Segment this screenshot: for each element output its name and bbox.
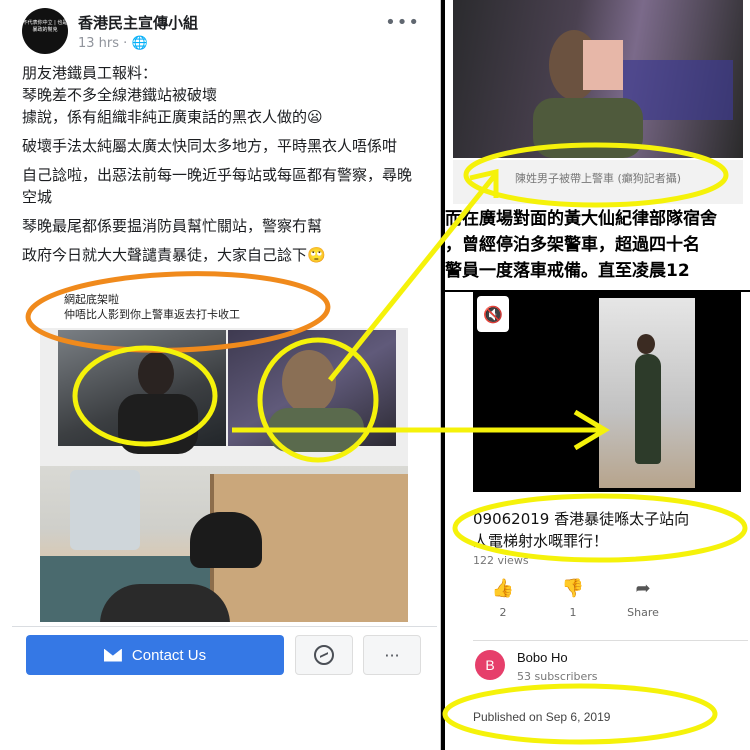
news-text-line: ，曾經停泊多架警車，超過四十名 bbox=[445, 235, 700, 255]
dislike-button[interactable]: 👎 1 bbox=[543, 578, 603, 619]
news-photo-caption: 陳姓男子被帶上警車 (癲狗記者攝) bbox=[453, 160, 743, 204]
page-action-bar: Contact Us ··· bbox=[12, 626, 437, 682]
share-label: Share bbox=[627, 606, 659, 619]
photo-masked-man bbox=[58, 330, 226, 454]
photo-man-in-van bbox=[228, 330, 396, 452]
post-paragraph: 朋友港鐵員工報料： 琴晚差不多全線港鐵站被破壞 據說，係有組織非純正廣東話的黑衣人做… bbox=[22, 64, 323, 126]
video-frame bbox=[599, 298, 695, 488]
thumbs-up-icon: 👍 bbox=[491, 578, 515, 599]
shared-image[interactable]: 網起底架啦 仲唔比人影到你上警車返去打卡收工 bbox=[40, 284, 408, 622]
post-paragraph: 琴晚最尾都係要揾消防員幫忙關站，警察冇幫 bbox=[22, 217, 323, 235]
video-title-line: 人電梯射水嘅罪行！ bbox=[473, 532, 609, 550]
news-article-panel: 陳姓男子被帶上警車 (癲狗記者攝) 而在廣場對面的黃大仙紀律部隊宿舍 ，曾經停泊… bbox=[445, 0, 750, 290]
messenger-icon bbox=[314, 645, 334, 665]
page-avatar[interactable]: 不代表你中立 | 也是暴政的幫兇 bbox=[22, 8, 68, 54]
image-caption-line: 仲唔比人影到你上警車返去打卡收工 bbox=[64, 308, 240, 321]
channel-name[interactable]: Bobo Ho bbox=[517, 650, 568, 665]
video-title[interactable]: 09062019 香港暴徒喺太子站向 人電梯射水嘅罪行！ bbox=[473, 508, 748, 552]
image-caption-line: 網起底架啦 bbox=[64, 293, 119, 306]
thumbs-down-icon: 👎 bbox=[561, 578, 585, 599]
post-meta: 13 hrs · 🌐 bbox=[78, 36, 198, 51]
video-player[interactable]: 🔇 bbox=[473, 292, 741, 492]
post-header-text: 香港民主宣傳小組 13 hrs · 🌐 bbox=[78, 12, 198, 51]
publish-date: Published on Sep 6, 2019 bbox=[473, 710, 611, 724]
messenger-button[interactable] bbox=[295, 635, 353, 675]
post-time[interactable]: 13 hrs · bbox=[78, 36, 131, 51]
post-paragraph: 政府今日就大大聲譴責暴徒，大家自己諗下🙄 bbox=[22, 246, 326, 264]
like-button[interactable]: 👍 2 bbox=[473, 578, 533, 619]
subscriber-count: 53 subscribers bbox=[517, 670, 598, 683]
eye-roll-emoji: 🙄 bbox=[307, 246, 326, 264]
post-options-icon[interactable]: ••• bbox=[385, 12, 420, 33]
globe-icon: 🌐 bbox=[131, 35, 148, 51]
view-count: 122 views bbox=[473, 554, 529, 567]
like-count: 2 bbox=[499, 606, 507, 619]
photo-office-room bbox=[40, 466, 408, 622]
contact-us-label: Contact Us bbox=[131, 646, 207, 664]
worried-emoji: 😦 bbox=[307, 108, 323, 126]
mute-icon[interactable]: 🔇 bbox=[477, 296, 509, 332]
post-body: 朋友港鐵員工報料： 琴晚差不多全線港鐵站被破壞 據說，係有組織非純正廣東話的黑衣人做… bbox=[22, 62, 422, 273]
post-header: 不代表你中立 | 也是暴政的幫兇 香港民主宣傳小組 13 hrs · 🌐 bbox=[22, 8, 198, 54]
news-text: 而在廣場對面的黃大仙紀律部隊宿舍 ，曾經停泊多架警車，超過四十名 警員一度落車戒… bbox=[445, 206, 750, 284]
video-actions: 👍 2 👎 1 ➦ Share bbox=[473, 578, 748, 628]
share-icon: ➦ bbox=[635, 578, 651, 599]
facebook-post-panel: 不代表你中立 | 也是暴政的幫兇 香港民主宣傳小組 13 hrs · 🌐 •••… bbox=[0, 0, 441, 750]
news-text-line: 警員一度落車戒備。直至凌晨12 bbox=[445, 261, 690, 281]
news-text-line: 而在廣場對面的黃大仙紀律部隊宿舍 bbox=[445, 209, 717, 229]
video-title-line: 09062019 香港暴徒喺太子站向 bbox=[473, 510, 690, 528]
page-name[interactable]: 香港民主宣傳小組 bbox=[78, 12, 198, 33]
contact-us-button[interactable]: Contact Us bbox=[26, 635, 284, 675]
channel-avatar[interactable]: B bbox=[475, 650, 505, 680]
dislike-count: 1 bbox=[569, 606, 577, 619]
divider bbox=[473, 640, 748, 641]
envelope-icon bbox=[103, 648, 122, 662]
blurred-face bbox=[583, 40, 623, 90]
post-paragraph: 自己諗啦，出惡法前每一晚近乎每站或每區都有警察，尋晚空城 bbox=[22, 166, 413, 206]
video-panel: 🔇 09062019 香港暴徒喺太子站向 人電梯射水嘅罪行！ 122 views… bbox=[445, 292, 750, 750]
more-options-button[interactable]: ··· bbox=[363, 635, 421, 675]
post-paragraph: 破壞手法太純屬太廣太快同太多地方，平時黑衣人唔係咁 bbox=[22, 137, 398, 155]
share-button[interactable]: ➦ Share bbox=[613, 578, 673, 619]
news-photo[interactable] bbox=[453, 0, 743, 158]
image-caption: 網起底架啦 仲唔比人影到你上警車返去打卡收工 bbox=[40, 284, 408, 328]
